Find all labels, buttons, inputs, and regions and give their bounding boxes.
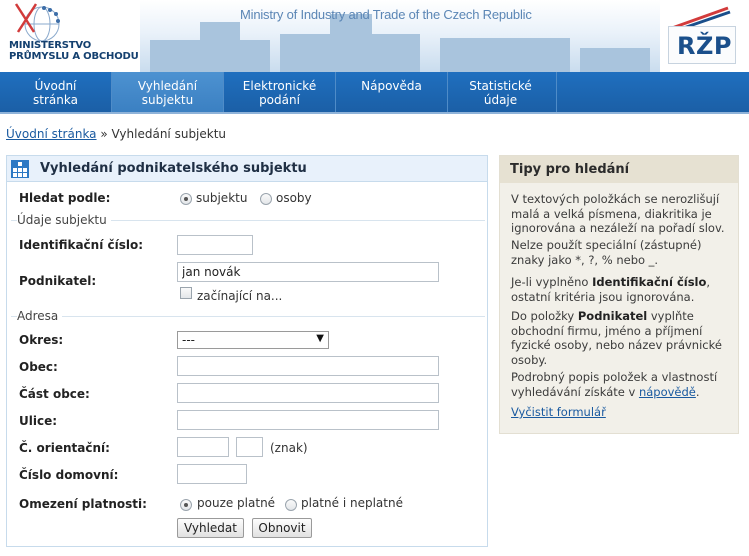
house-number-label: Číslo domovní:	[19, 468, 119, 482]
breadcrumb: Úvodní stránka » Vyhledání subjektu	[6, 127, 226, 141]
ministry-name-line2: PRŮMYSLU A OBCHODU	[9, 51, 139, 62]
nav-item-statistics-line1: Statistické	[469, 79, 532, 93]
orientation-number-input[interactable]	[177, 437, 229, 457]
tip-id-number: Je-li vyplněno Identifikační číslo, osta…	[511, 275, 733, 304]
section-address-legend: Adresa	[17, 309, 63, 323]
breadcrumb-separator: »	[100, 127, 108, 141]
validity-all-radio[interactable]	[285, 499, 297, 511]
search-by-subject-radio[interactable]	[180, 193, 192, 205]
breadcrumb-current: Vyhledání subjektu	[111, 127, 227, 141]
tip-no-wildcards: Nelze použít speciální (zástupné) znaky …	[511, 238, 702, 267]
search-tips-title: Tipy pro hledání	[510, 162, 630, 177]
nav-item-home-line1: Úvodní	[34, 79, 77, 93]
nav-item-electronic-line1: Elektronické	[242, 79, 317, 93]
district-select-value: ---	[182, 333, 195, 347]
starts-with-label[interactable]: začínající na...	[197, 289, 282, 303]
rzp-logo[interactable]: RŽP	[668, 6, 746, 66]
rzp-logo-text: RŽP	[677, 32, 732, 60]
search-tips-panel: Tipy pro hledání V textových položkách s…	[499, 155, 739, 434]
search-by-person-label[interactable]: osoby	[276, 191, 312, 205]
tip-id-text: Je-li vyplněno	[511, 275, 593, 289]
starts-with-checkbox[interactable]	[180, 287, 192, 299]
search-by-label: Hledat podle:	[19, 191, 111, 205]
nav-item-electronic-line2: podání	[259, 93, 300, 107]
nav-item-help[interactable]: Nápověda	[336, 72, 448, 112]
nav-item-search-line1: Vyhledání	[137, 79, 198, 93]
site-header: Ministry of Industry and Trade of the Cz…	[0, 0, 749, 72]
tip-business: Do položky Podnikatel vyplňte obchodní f…	[511, 309, 733, 367]
tip-help-text-post: .	[695, 384, 700, 399]
nav-item-statistics-line2: údaje	[483, 93, 518, 107]
validity-all-label[interactable]: platné i neplatné	[301, 496, 403, 510]
ministry-name-line1: MINISTERSTVO	[9, 40, 92, 51]
nav-item-search-line2: subjektu	[141, 93, 194, 107]
business-input[interactable]	[177, 262, 439, 282]
search-tips-header: Tipy pro hledání	[500, 156, 738, 183]
town-part-label: Část obce:	[19, 387, 90, 401]
district-label: Okres:	[19, 333, 64, 347]
validity-label: Omezení platnosti:	[19, 497, 147, 511]
globe-icon	[14, 3, 60, 42]
chevron-down-icon: ▼	[316, 333, 324, 344]
section-subject-legend: Údaje subjektu	[17, 213, 111, 227]
street-label: Ulice:	[19, 414, 58, 428]
street-input[interactable]	[177, 410, 439, 430]
breadcrumb-home-link[interactable]: Úvodní stránka	[6, 127, 97, 141]
tip-business-bold: Podnikatel	[577, 309, 648, 323]
nav-item-help-line1: Nápověda	[361, 79, 422, 93]
help-link[interactable]: nápovědě	[639, 385, 696, 399]
town-input[interactable]	[177, 356, 439, 376]
town-part-input[interactable]	[177, 383, 439, 403]
search-form-header: Vyhledání podnikatelského subjektu	[7, 156, 487, 182]
tip-business-text: Do položky	[511, 309, 578, 323]
search-by-subject-label[interactable]: subjektu	[196, 191, 247, 205]
tip-case-insensitive: V textových položkách se nerozlišují mal…	[511, 192, 725, 235]
id-number-input[interactable]	[177, 235, 253, 255]
tip-help: Podrobný popis položek a vlastností vyhl…	[511, 370, 733, 399]
reset-button[interactable]: Obnovit	[252, 518, 312, 538]
orientation-letter-input[interactable]	[236, 437, 263, 457]
clear-form-link[interactable]: Vyčistit formulář	[511, 405, 606, 419]
ministry-logo[interactable]: MINISTERSTVO PRŮMYSLU A OBCHODU	[6, 2, 141, 70]
town-label: Obec:	[19, 360, 58, 374]
nav-item-search-subject[interactable]: Vyhledání subjektu	[112, 72, 224, 112]
nav-item-statistics[interactable]: Statistické údaje	[445, 72, 557, 112]
org-chart-icon	[11, 160, 29, 178]
search-by-person-radio[interactable]	[260, 193, 272, 205]
district-select[interactable]: --- ▼	[177, 331, 329, 349]
search-button[interactable]: Vyhledat	[177, 518, 244, 538]
house-number-input[interactable]	[177, 464, 247, 484]
search-form-title: Vyhledání podnikatelského subjektu	[40, 161, 307, 176]
tip-id-bold: Identifikační číslo	[592, 275, 707, 289]
section-divider	[11, 316, 485, 317]
validity-valid-only-label[interactable]: pouze platné	[197, 496, 275, 510]
nav-item-home-line2: stránka	[33, 93, 78, 107]
search-form-panel: Vyhledání podnikatelského subjektu Hleda…	[6, 155, 488, 547]
id-number-label: Identifikační číslo:	[19, 238, 144, 252]
business-label: Podnikatel:	[19, 274, 97, 288]
banner-title: Ministry of Industry and Trade of the Cz…	[240, 7, 532, 22]
nav-item-electronic-submission[interactable]: Elektronické podání	[224, 72, 336, 112]
orientation-letter-hint: (znak)	[270, 441, 308, 455]
orientation-number-label: Č. orientační:	[19, 441, 110, 455]
nav-item-home[interactable]: Úvodní stránka	[0, 72, 112, 112]
main-nav: Úvodní stránka Vyhledání subjektu Elektr…	[0, 72, 749, 114]
validity-valid-only-radio[interactable]	[180, 499, 192, 511]
